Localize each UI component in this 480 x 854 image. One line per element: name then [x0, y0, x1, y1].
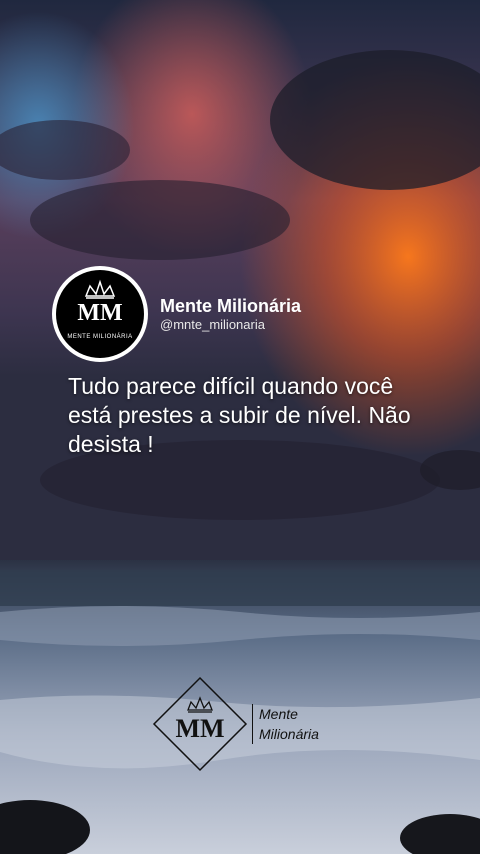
post-header: MM MENTE MILIONÁRIA Mente Milionária @mn…: [52, 266, 301, 362]
watermark-text: Mente Milionária: [252, 704, 319, 744]
avatar[interactable]: MM MENTE MILIONÁRIA: [52, 266, 148, 362]
watermark-line2: Milionária: [259, 726, 319, 742]
watermark-initials: MM: [175, 714, 225, 743]
account-handle[interactable]: @mnte_milionaria: [160, 317, 301, 333]
account-info: Mente Milionária @mnte_milionaria: [160, 295, 301, 333]
avatar-initials: MM: [77, 300, 123, 326]
watermark-line1: Mente: [259, 706, 298, 722]
account-name[interactable]: Mente Milionária: [160, 295, 301, 317]
post-quote: Tudo parece difícil quando você está pre…: [68, 373, 411, 457]
avatar-caption: MENTE MILIONÁRIA: [67, 334, 133, 340]
watermark-logo: MM Mente Milionária: [152, 676, 319, 772]
avatar-logo: MM MENTE MILIONÁRIA: [56, 270, 144, 358]
